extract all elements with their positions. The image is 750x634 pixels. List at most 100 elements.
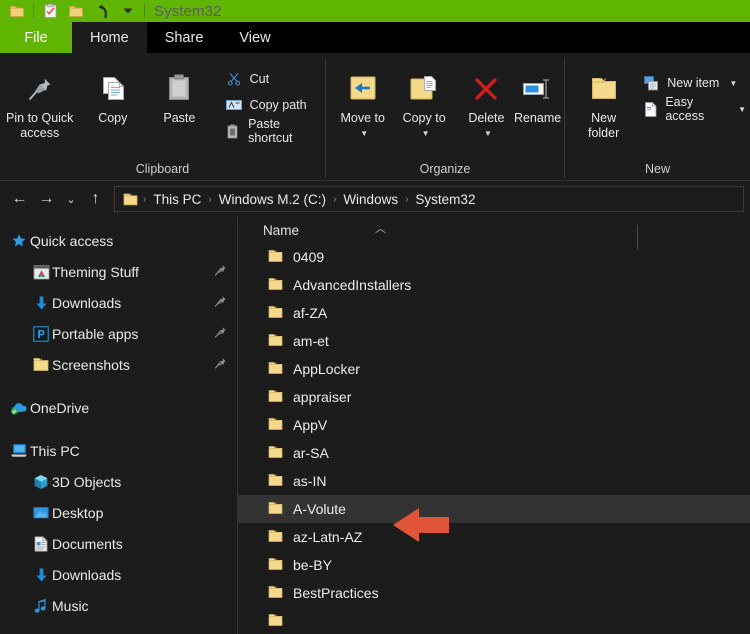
sidebar-item-screenshots[interactable]: Screenshots [0, 349, 237, 380]
move-to-button[interactable]: Move to ▼ [332, 61, 393, 141]
file-row[interactable]: as-IN [238, 467, 750, 495]
copy-button[interactable]: Copy [80, 61, 147, 126]
sidebar-item-portable-apps[interactable]: Portable apps [0, 318, 237, 349]
column-header-name[interactable]: Name [263, 223, 299, 238]
sidebar-label-music: Music [52, 597, 89, 614]
new-folder-icon [589, 67, 619, 111]
new-small-buttons: New item ▼ Easy access ▼ [638, 61, 750, 123]
breadcrumb-item-this-pc[interactable]: This PC [149, 192, 205, 207]
ribbon-group-new: New folder New item ▼ Easy access ▼ New [565, 53, 750, 180]
cut-button[interactable]: Cut [221, 67, 325, 91]
file-row[interactable]: AppV [238, 411, 750, 439]
ribbon-group-clipboard: Pin to Quick access Copy Paste Cut Copy … [0, 53, 325, 180]
ribbon: Pin to Quick access Copy Paste Cut Copy … [0, 53, 750, 181]
folder-icon [268, 501, 283, 518]
sidebar-item-downloads-quick[interactable]: Downloads [0, 287, 237, 318]
file-row-partial[interactable] [238, 607, 750, 634]
file-row[interactable]: AdvancedInstallers [238, 271, 750, 299]
delete-icon [471, 67, 501, 111]
sidebar-item-3d-objects[interactable]: 3D Objects [0, 466, 237, 497]
pin-icon[interactable] [214, 264, 227, 280]
file-row[interactable]: appraiser [238, 383, 750, 411]
sidebar-label-downloads-quick: Downloads [52, 294, 122, 311]
file-row[interactable]: 0409 [238, 243, 750, 271]
delete-label: Delete [468, 111, 505, 125]
file-row[interactable]: am-et [238, 327, 750, 355]
folder-icon [30, 357, 52, 372]
sidebar-item-desktop[interactable]: Desktop [0, 497, 237, 528]
tab-view[interactable]: View [221, 22, 288, 53]
sidebar-item-onedrive[interactable]: OneDrive [0, 392, 237, 423]
file-row[interactable]: az-Latn-AZ [238, 523, 750, 551]
recent-locations-button[interactable]: ⌄ [60, 186, 82, 212]
file-row[interactable]: be-BY [238, 551, 750, 579]
breadcrumb[interactable]: › This PC › Windows M.2 (C:) › Windows ›… [114, 186, 744, 212]
cut-label: Cut [249, 72, 270, 86]
easy-access-button[interactable]: Easy access ▼ [638, 95, 750, 123]
breadcrumb-separator-1: › [208, 193, 212, 205]
sidebar-item-music[interactable]: Music [0, 590, 237, 621]
sidebar-item-documents[interactable]: Documents [0, 528, 237, 559]
up-button[interactable]: ↑ [82, 186, 109, 212]
pin-icon[interactable] [214, 326, 227, 342]
move-to-icon [346, 67, 380, 111]
copy-to-caret-icon[interactable]: ▼ [422, 126, 430, 141]
forward-button[interactable]: → [33, 186, 60, 212]
file-list-pane[interactable]: ︿ Name 0409 AdvancedInstallers af-ZA am-… [238, 217, 750, 634]
file-row[interactable]: BestPractices [238, 579, 750, 607]
easy-access-caret-icon[interactable]: ▼ [738, 105, 746, 114]
portable-apps-icon [30, 325, 52, 342]
navigation-pane[interactable]: Quick access Theming Stuff Downloads Por… [0, 217, 238, 634]
sort-ascending-icon[interactable]: ︿ [375, 220, 386, 236]
tab-home[interactable]: Home [72, 22, 147, 53]
breadcrumb-item-drive[interactable]: Windows M.2 (C:) [215, 192, 330, 207]
new-item-button[interactable]: New item ▼ [638, 71, 750, 95]
file-row[interactable]: AppLocker [238, 355, 750, 383]
file-name: AdvancedInstallers [293, 277, 412, 293]
new-folder-label: New folder [587, 111, 620, 140]
delete-caret-icon[interactable]: ▼ [484, 126, 492, 141]
copy-to-icon [407, 67, 441, 111]
paste-shortcut-button[interactable]: Paste shortcut [221, 117, 325, 145]
sidebar-item-theming-stuff[interactable]: Theming Stuff [0, 256, 237, 287]
properties-icon[interactable] [37, 1, 63, 21]
breadcrumb-item-system32[interactable]: System32 [411, 192, 479, 207]
group-label-clipboard: Clipboard [135, 162, 190, 176]
file-name: BestPractices [293, 585, 379, 601]
folder-icon [268, 445, 283, 462]
sidebar-item-quick-access[interactable]: Quick access [0, 225, 237, 256]
pin-icon[interactable] [214, 295, 227, 311]
undo-icon[interactable] [89, 1, 115, 21]
copy-path-button[interactable]: Copy path [221, 93, 325, 117]
file-list[interactable]: 0409 AdvancedInstallers af-ZA am-et AppL… [238, 243, 750, 634]
downloads-icon [30, 567, 52, 583]
copy-to-button[interactable]: Copy to ▼ [393, 61, 454, 141]
column-resize-handle[interactable] [637, 224, 638, 249]
breadcrumb-folder-icon [121, 192, 140, 206]
move-to-caret-icon[interactable]: ▼ [360, 126, 368, 141]
sidebar-item-this-pc[interactable]: This PC [0, 435, 237, 466]
pin-to-quick-access-button[interactable]: Pin to Quick access [0, 61, 80, 141]
pin-to-quick-access-label: Pin to Quick access [6, 111, 74, 140]
delete-button[interactable]: Delete ▼ [462, 61, 511, 141]
sidebar-item-downloads-pc[interactable]: Downloads [0, 559, 237, 590]
new-folder-icon[interactable] [63, 1, 89, 21]
file-row[interactable]: ar-SA [238, 439, 750, 467]
tab-file[interactable]: File [0, 22, 72, 53]
new-item-caret-icon[interactable]: ▼ [729, 79, 737, 88]
file-name: 0409 [293, 249, 325, 265]
paste-button[interactable]: Paste [146, 61, 213, 126]
file-row-selected[interactable]: A-Volute [238, 495, 750, 523]
breadcrumb-separator-3: › [405, 193, 409, 205]
qat-separator-1 [33, 4, 34, 18]
file-row[interactable]: af-ZA [238, 299, 750, 327]
rename-button[interactable]: Rename [511, 61, 564, 126]
qat-separator-2 [144, 4, 145, 18]
tab-share[interactable]: Share [147, 22, 222, 53]
back-button[interactable]: ← [6, 186, 33, 212]
new-folder-button[interactable]: New folder [575, 61, 632, 141]
pin-icon[interactable] [214, 357, 227, 373]
onedrive-icon [8, 401, 30, 415]
customize-chevron-icon[interactable] [115, 1, 141, 21]
breadcrumb-item-windows[interactable]: Windows [339, 192, 402, 207]
